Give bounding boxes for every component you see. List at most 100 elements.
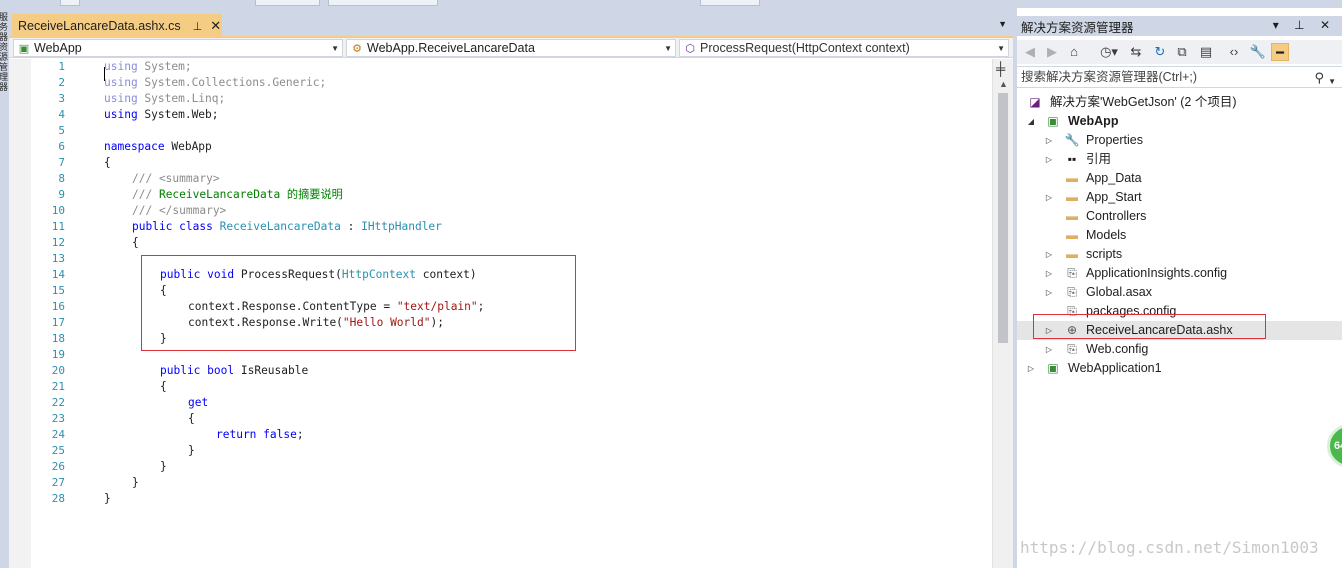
line-number: 13 bbox=[51, 252, 65, 265]
collapsed-arrow-icon[interactable]: ▷ bbox=[1044, 131, 1054, 150]
tree-item-solution[interactable]: ◪ 解决方案'WebGetJson' (2 个项目) bbox=[1017, 93, 1342, 112]
code-token: IHttpHandler bbox=[361, 220, 442, 233]
line-number: 7 bbox=[58, 156, 65, 169]
preview-selected-items-icon[interactable]: ━ bbox=[1271, 43, 1289, 61]
code-token: { bbox=[188, 412, 195, 425]
tree-item-scripts[interactable]: ▷ ▬ scripts bbox=[1017, 245, 1342, 264]
project-dropdown-value: WebApp bbox=[34, 41, 82, 55]
web-project-icon: ▣ bbox=[1047, 114, 1059, 128]
collapsed-arrow-icon[interactable]: ▷ bbox=[1044, 188, 1054, 207]
line-number: 4 bbox=[58, 108, 65, 121]
code-token: } bbox=[132, 476, 139, 489]
refresh-icon[interactable]: ↻ bbox=[1151, 43, 1169, 61]
line-number: 1 bbox=[58, 60, 65, 73]
code-token: IsReusable bbox=[234, 364, 309, 377]
forward-icon[interactable]: ▶ bbox=[1043, 43, 1061, 61]
tree-item-web-config[interactable]: ▷ ⎘ Web.config bbox=[1017, 340, 1342, 359]
tree-item-webapplication1[interactable]: ▷ ▣ WebApplication1 bbox=[1017, 359, 1342, 378]
chevron-down-icon[interactable]: ▼ bbox=[1328, 72, 1336, 92]
top-toolbar-strip bbox=[0, 0, 1342, 8]
toolbar-fragment[interactable] bbox=[700, 0, 760, 6]
tree-item-label: ApplicationInsights.config bbox=[1086, 266, 1228, 280]
solution-tree: ◪ 解决方案'WebGetJson' (2 个项目) ◢ ▣ WebApp ▷ … bbox=[1017, 93, 1342, 393]
collapsed-arrow-icon[interactable]: ▷ bbox=[1044, 150, 1054, 169]
toolbar-fragment[interactable] bbox=[255, 0, 320, 6]
tree-item-app-data[interactable]: ▬ App_Data bbox=[1017, 169, 1342, 188]
back-icon[interactable]: ◀ bbox=[1021, 43, 1039, 61]
code-editor: ReceiveLancareData.ashx.cs ⊥ ✕ ▼ ▣ WebAp… bbox=[9, 8, 1013, 568]
collapsed-arrow-icon[interactable]: ▷ bbox=[1044, 283, 1054, 302]
split-window-icon[interactable]: ╪ bbox=[996, 61, 1005, 76]
tab-list-dropdown-icon[interactable]: ▼ bbox=[998, 19, 1007, 29]
project-dropdown[interactable]: ▣ WebApp ▼ bbox=[13, 39, 343, 57]
tree-item-label: 解决方案'WebGetJson' (2 个项目) bbox=[1050, 95, 1237, 109]
solution-explorer-title: 解决方案资源管理器 bbox=[1021, 20, 1134, 35]
tree-item-app-start[interactable]: ▷ ▬ App_Start bbox=[1017, 188, 1342, 207]
sync-with-document-icon[interactable]: ⇆ bbox=[1127, 43, 1145, 61]
line-number: 8 bbox=[58, 172, 65, 185]
line-number: 25 bbox=[51, 444, 65, 457]
document-tab[interactable]: ReceiveLancareData.ashx.cs ⊥ ✕ bbox=[12, 14, 222, 38]
code-token: } bbox=[188, 444, 195, 457]
line-number: 19 bbox=[51, 348, 65, 361]
config-file-icon: ⎘ bbox=[1067, 342, 1077, 356]
indicator-margin[interactable] bbox=[9, 59, 31, 568]
class-icon: ⚙ bbox=[352, 42, 362, 55]
code-token: return bbox=[216, 428, 257, 441]
home-icon[interactable]: ⌂ bbox=[1065, 43, 1083, 61]
collapsed-arrow-icon[interactable]: ▷ bbox=[1044, 340, 1054, 359]
scroll-up-icon[interactable]: ▲ bbox=[999, 79, 1008, 89]
toolbar-fragment[interactable] bbox=[60, 0, 80, 6]
tree-item-properties[interactable]: ▷ 🔧 Properties bbox=[1017, 131, 1342, 150]
line-number: 24 bbox=[51, 428, 65, 441]
tree-item-label: App_Data bbox=[1086, 171, 1142, 185]
tree-item-appinsights-config[interactable]: ▷ ⎘ ApplicationInsights.config bbox=[1017, 264, 1342, 283]
code-token: ReceiveLancareData bbox=[219, 220, 341, 233]
chevron-down-icon: ▼ bbox=[997, 44, 1005, 53]
line-number: 3 bbox=[58, 92, 65, 105]
line-number: 22 bbox=[51, 396, 65, 409]
solution-icon: ◪ bbox=[1029, 95, 1041, 109]
solution-explorer-search-input[interactable]: 搜索解决方案资源管理器(Ctrl+;) ⚲ ▼ bbox=[1017, 66, 1342, 88]
collapsed-arrow-icon[interactable]: ▷ bbox=[1026, 359, 1036, 378]
line-number: 21 bbox=[51, 380, 65, 393]
tree-item-label: WebApp bbox=[1068, 114, 1119, 128]
tree-item-controllers[interactable]: ▬ Controllers bbox=[1017, 207, 1342, 226]
tree-item-global-asax[interactable]: ▷ ⎘ Global.asax bbox=[1017, 283, 1342, 302]
code-token: class bbox=[179, 220, 213, 233]
pin-icon[interactable]: ⊥ bbox=[193, 20, 203, 33]
member-dropdown-value: ProcessRequest(HttpContext context) bbox=[700, 41, 910, 55]
web-project-icon: ▣ bbox=[18, 42, 30, 55]
toolbar-fragment[interactable] bbox=[328, 0, 438, 6]
tree-item-label: Properties bbox=[1086, 133, 1143, 147]
close-icon[interactable]: ✕ bbox=[210, 18, 221, 34]
vertical-scrollbar[interactable]: ╪ ▲ bbox=[992, 59, 1013, 568]
class-dropdown[interactable]: ⚙ WebApp.ReceiveLancareData ▼ bbox=[346, 39, 676, 57]
scrollbar-thumb[interactable] bbox=[998, 93, 1008, 343]
server-explorer-strip[interactable]: 服务器资源管理器 bbox=[0, 8, 9, 568]
code-token: } bbox=[104, 492, 111, 505]
code-comment: ReceiveLancareData 的摘要说明 bbox=[152, 188, 343, 201]
class-dropdown-value: WebApp.ReceiveLancareData bbox=[367, 41, 535, 55]
pending-changes-filter-icon[interactable]: ◷▾ bbox=[1095, 43, 1123, 61]
member-dropdown[interactable]: ⬡ ProcessRequest(HttpContext context) ▼ bbox=[679, 39, 1009, 57]
tree-item-references[interactable]: ▷ ▪▪ 引用 bbox=[1017, 150, 1342, 169]
expanded-arrow-icon[interactable]: ◢ bbox=[1026, 112, 1036, 131]
solution-explorer-title-bar: 解决方案资源管理器 ▾ ⊥ ✕ bbox=[1017, 16, 1342, 36]
tree-item-models[interactable]: ▬ Models bbox=[1017, 226, 1342, 245]
show-all-files-icon[interactable]: ▤ bbox=[1197, 43, 1215, 61]
navigation-bar: ▣ WebApp ▼ ⚙ WebApp.ReceiveLancareData ▼… bbox=[9, 38, 1013, 58]
search-icon[interactable]: ⚲ bbox=[1314, 68, 1324, 88]
view-code-icon[interactable]: ‹› bbox=[1225, 43, 1243, 61]
collapsed-arrow-icon[interactable]: ▷ bbox=[1044, 245, 1054, 264]
line-number: 28 bbox=[51, 492, 65, 505]
tree-item-label: Controllers bbox=[1086, 209, 1147, 223]
collapse-all-icon[interactable]: ⧉ bbox=[1173, 43, 1191, 61]
properties-wrench-icon[interactable]: 🔧 bbox=[1249, 43, 1267, 61]
window-buttons[interactable]: ▾ ⊥ ✕ bbox=[1273, 18, 1336, 32]
tree-item-webapp[interactable]: ◢ ▣ WebApp bbox=[1017, 112, 1342, 131]
collapsed-arrow-icon[interactable]: ▷ bbox=[1044, 264, 1054, 283]
config-file-icon: ⎘ bbox=[1067, 266, 1077, 280]
line-number: 17 bbox=[51, 316, 65, 329]
